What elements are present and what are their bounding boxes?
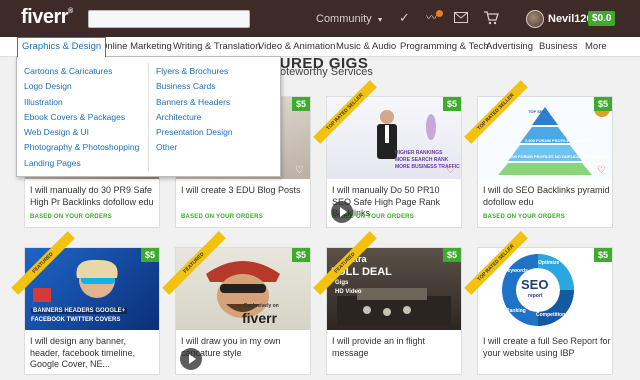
gig-card[interactable]: SEO report Optimize Competition Ranking … bbox=[464, 231, 613, 375]
based-on-orders-label: BASED ON YOUR ORDERS bbox=[483, 214, 565, 220]
thumb-text: 4500 FORUM PROFILES NO DUPLICATED DOMAIN… bbox=[508, 154, 608, 159]
dropdown-item-web-design[interactable]: Web Design & UI bbox=[24, 125, 139, 140]
dropdown-item-business-cards[interactable]: Business Cards bbox=[156, 79, 233, 94]
category-more[interactable]: More bbox=[585, 37, 607, 57]
thumb-text: TOP SEO bbox=[528, 109, 546, 114]
dropdown-item-architecture[interactable]: Architecture bbox=[156, 110, 233, 125]
dropdown-column-left: Cartoons & Caricatures Logo Design Illus… bbox=[24, 64, 139, 171]
price-badge: $5 bbox=[593, 97, 612, 111]
gig-card[interactable]: extra FULL DEAL Gigs HD Video FEATURED $… bbox=[313, 231, 462, 375]
price-badge: $5 bbox=[442, 248, 461, 262]
gig-title[interactable]: I will do SEO Backlinks pyramid dofollow… bbox=[483, 185, 611, 208]
avatar[interactable] bbox=[526, 10, 544, 28]
gig-title[interactable]: I will provide an in flight message bbox=[332, 336, 460, 359]
thumb-text: BANNERS HEADERS GOOGLE+ bbox=[31, 308, 128, 314]
thumb-text: Ranking bbox=[506, 308, 526, 314]
gig-title[interactable]: I will create a full Seo Report for your… bbox=[483, 336, 611, 359]
thumb-text: MORE SEARCH RANK bbox=[395, 157, 449, 163]
thumb-text: Competition bbox=[536, 312, 566, 318]
category-video-animation[interactable]: Video & Animation bbox=[258, 37, 335, 57]
dropdown-divider bbox=[148, 63, 149, 171]
heart-icon[interactable]: ♡ bbox=[295, 165, 304, 176]
chevron-down-icon: ▼ bbox=[376, 17, 384, 24]
thumb-text: HD Video bbox=[335, 289, 362, 295]
thumb-text: FACEBOOK TWITTER COVERS bbox=[31, 317, 121, 323]
category-business[interactable]: Business bbox=[539, 37, 578, 57]
dropdown-item-illustration[interactable]: Illustration bbox=[24, 95, 139, 110]
thumb-text: SEO bbox=[521, 277, 549, 292]
heart-icon[interactable]: ♡ bbox=[597, 165, 606, 176]
based-on-orders-label: BASED ON YOUR ORDERS bbox=[30, 214, 112, 220]
dropdown-item-presentation[interactable]: Presentation Design bbox=[156, 125, 233, 140]
gig-card[interactable]: BANNERS HEADERS GOOGLE+ FACEBOOK TWITTER… bbox=[11, 231, 160, 375]
balance-badge[interactable]: $0.0 bbox=[588, 11, 616, 26]
price-badge: $5 bbox=[442, 97, 461, 111]
dropdown-item-photography[interactable]: Photography & Photoshopping bbox=[24, 140, 139, 155]
thumb-text: fiverr bbox=[242, 310, 278, 326]
price-badge: $5 bbox=[291, 97, 310, 111]
fiverr-logo[interactable]: fiverr® bbox=[21, 6, 73, 29]
inbox-icon[interactable] bbox=[454, 12, 468, 25]
dropdown-column-right: Flyers & Brochures Business Cards Banner… bbox=[156, 64, 233, 156]
notification-dot bbox=[436, 10, 443, 17]
dropdown-item-flyers[interactable]: Flyers & Brochures bbox=[156, 64, 233, 79]
based-on-orders-label: BASED ON YOUR ORDERS bbox=[181, 214, 263, 220]
thumb-text: Exclusively on bbox=[244, 303, 279, 309]
dropdown-item-landing-pages[interactable]: Landing Pages bbox=[24, 156, 139, 171]
search-input[interactable] bbox=[88, 10, 250, 28]
username[interactable]: Nevil120 bbox=[548, 13, 593, 25]
graphics-design-dropdown: Cartoons & Caricatures Logo Design Illus… bbox=[16, 56, 281, 177]
price-badge: $5 bbox=[593, 248, 612, 262]
price-badge: $5 bbox=[140, 248, 159, 262]
category-advertising[interactable]: Advertising bbox=[486, 37, 533, 57]
community-menu[interactable]: Community ▼ bbox=[316, 13, 384, 25]
thumb-text: 2,500 FORUM PROFILES HIGH PR bbox=[525, 138, 590, 143]
gig-card[interactable]: Exclusively on fiverr FEATURED $5 I will… bbox=[162, 231, 311, 375]
dropdown-item-banners[interactable]: Banners & Headers bbox=[156, 95, 233, 110]
category-graphics-design[interactable]: Graphics & Design bbox=[17, 37, 107, 57]
price-badge: $5 bbox=[291, 248, 310, 262]
thumb-text: Keywords bbox=[504, 268, 528, 274]
dropdown-item-cartoons[interactable]: Cartoons & Caricatures bbox=[24, 64, 139, 79]
cart-icon[interactable] bbox=[484, 11, 499, 27]
category-nav: Graphics & Design Online Marketing Writi… bbox=[0, 37, 640, 57]
gig-title[interactable]: I will manually do 30 PR9 Safe High Pr B… bbox=[30, 185, 158, 208]
category-online-marketing[interactable]: Online Marketing bbox=[100, 37, 172, 57]
dropdown-item-other[interactable]: Other bbox=[156, 140, 233, 155]
dropdown-item-logo-design[interactable]: Logo Design bbox=[24, 79, 139, 94]
category-programming-tech[interactable]: Programming & Tech bbox=[400, 37, 489, 57]
gig-card[interactable]: HIGHER RANKINGS MORE SEARCH RANK MORE BU… bbox=[313, 80, 462, 228]
thumb-text: Gigs bbox=[335, 280, 349, 286]
section-subheading: oteworthy Services bbox=[280, 66, 373, 78]
gig-title[interactable]: I will create 3 EDU Blog Posts bbox=[181, 185, 309, 197]
gig-title[interactable]: I will design any banner, header, facebo… bbox=[30, 336, 158, 371]
checkmark-icon[interactable]: ✓ bbox=[399, 11, 410, 24]
heart-icon[interactable]: ♡ bbox=[446, 165, 455, 176]
category-writing-translation[interactable]: Writing & Translation bbox=[173, 37, 260, 57]
thumb-text: Optimize bbox=[538, 260, 560, 266]
dropdown-item-ebook-covers[interactable]: Ebook Covers & Packages bbox=[24, 110, 139, 125]
thumb-text: HIGHER RANKINGS bbox=[395, 150, 443, 156]
thumb-text: report bbox=[528, 293, 543, 299]
play-icon[interactable] bbox=[331, 201, 353, 223]
play-icon[interactable] bbox=[180, 348, 202, 370]
top-bar: fiverr® Community ▼ ✓ 〰 Nevil120 $0.0 bbox=[0, 0, 640, 37]
gig-card[interactable]: 2,500 FORUM PROFILES HIGH PR 4500 FORUM … bbox=[464, 80, 613, 228]
category-music-audio[interactable]: Music & Audio bbox=[336, 37, 396, 57]
